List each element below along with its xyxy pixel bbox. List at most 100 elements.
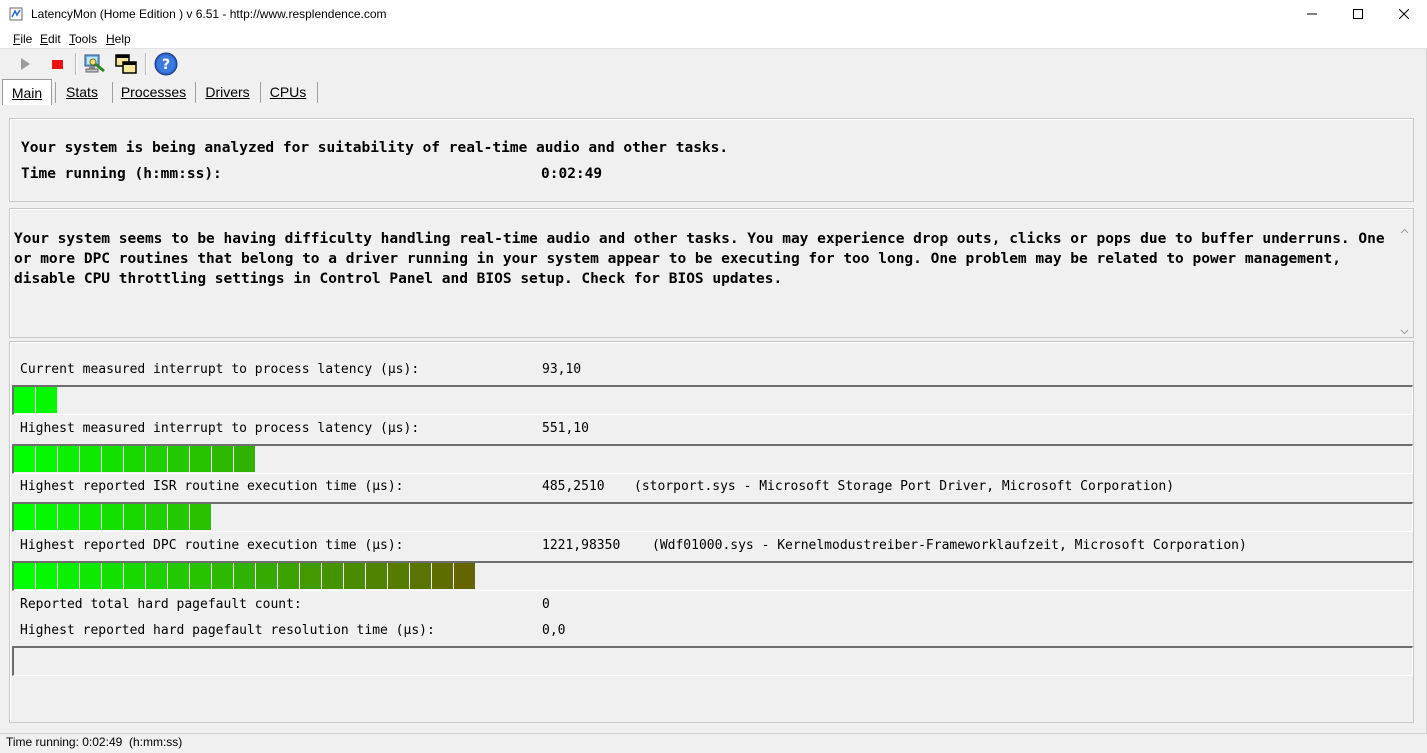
tab-stats[interactable]: Stats (58, 81, 106, 103)
bar-segment (190, 563, 211, 589)
bar-segment (190, 446, 211, 472)
bar-segment (102, 563, 123, 589)
bar-segment (36, 563, 57, 589)
menu-tools[interactable]: Tools (69, 32, 97, 46)
menu-bar: File Edit Tools Help (0, 30, 1427, 49)
analysis-heading: Your system is being analyzed for suitab… (21, 140, 729, 156)
tab-cpus[interactable]: CPUs (263, 81, 313, 103)
dpc-time-label: Highest reported DPC routine execution t… (20, 538, 404, 553)
time-running-label: Time running (h:mm:ss): (21, 166, 222, 182)
tab-main[interactable]: Main (2, 79, 52, 105)
bar-segment (454, 563, 475, 589)
bar-segment (234, 563, 255, 589)
bar-segment (124, 446, 145, 472)
bar-segment (14, 563, 35, 589)
pagefault-count-value: 0 (542, 597, 550, 612)
current-latency-label: Current measured interrupt to process la… (20, 362, 420, 377)
status-bar-text: Time running: 0:02:49 (h:mm:ss) (6, 735, 183, 749)
main-window-client: ? Main Stats Processes Drivers CPUs Your… (0, 49, 1427, 733)
menu-file[interactable]: File (13, 32, 32, 46)
windows-button[interactable] (113, 52, 139, 78)
current-latency-bar-fill (14, 387, 58, 413)
pagefault-time-label: Highest reported hard pagefault resoluti… (20, 623, 435, 638)
bar-segment (58, 446, 79, 472)
conclusion-scrollbar[interactable] (1396, 225, 1413, 337)
bar-segment (80, 504, 101, 530)
status-bar: Time running: 0:02:49 (h:mm:ss) (0, 733, 1427, 753)
menu-help[interactable]: Help (106, 32, 131, 46)
highest-latency-label: Highest measured interrupt to process la… (20, 421, 420, 436)
pagefault-count-label: Reported total hard pagefault count: (20, 597, 302, 612)
bar-segment (146, 504, 167, 530)
bar-segment (124, 563, 145, 589)
bar-segment (124, 504, 145, 530)
bar-segment (212, 446, 233, 472)
bar-segment (212, 563, 233, 589)
bar-segment (278, 563, 299, 589)
highest-latency-bar (12, 444, 1413, 474)
highest-latency-value: 551,10 (542, 421, 589, 436)
bar-segment (58, 563, 79, 589)
tab-drivers[interactable]: Drivers (198, 81, 257, 103)
minimize-icon (1307, 8, 1317, 22)
bar-segment (168, 563, 189, 589)
bar-segment (322, 563, 343, 589)
scroll-down-icon[interactable] (1400, 325, 1409, 335)
bar-segment (102, 504, 123, 530)
start-button[interactable] (12, 52, 38, 78)
isr-time-bar-fill (14, 504, 212, 530)
bar-segment (36, 387, 57, 413)
bar-segment (410, 563, 431, 589)
bar-segment (300, 563, 321, 589)
highest-latency-bar-fill (14, 446, 256, 472)
svg-text:?: ? (162, 57, 170, 73)
isr-time-bar (12, 502, 1413, 532)
tab-separator (112, 82, 113, 103)
conclusion-text: Your system seems to be having difficult… (14, 231, 1385, 287)
isr-driver: (storport.sys - Microsoft Storage Port D… (634, 479, 1175, 494)
tab-separator (195, 82, 196, 103)
play-icon (18, 57, 32, 74)
minimize-button[interactable] (1289, 0, 1335, 30)
bar-segment (146, 563, 167, 589)
toolbar-separator (75, 53, 76, 75)
help-icon: ? (154, 52, 178, 79)
stop-button[interactable] (44, 52, 70, 78)
title-bar: LatencyMon (Home Edition ) v 6.51 - http… (0, 0, 1427, 30)
bar-segment (146, 446, 167, 472)
bar-segment (168, 504, 189, 530)
bar-segment (256, 563, 277, 589)
tab-processes[interactable]: Processes (115, 81, 192, 103)
isr-time-value: 485,2510 (542, 479, 605, 494)
bar-segment (388, 563, 409, 589)
bar-segment (168, 446, 189, 472)
dpc-time-value: 1221,98350 (542, 538, 621, 553)
menu-edit[interactable]: Edit (40, 32, 61, 46)
analysis-status-panel: Your system is being analyzed for suitab… (9, 118, 1414, 202)
isr-time-label: Highest reported ISR routine execution t… (20, 479, 404, 494)
metrics-panel: Current measured interrupt to process la… (9, 341, 1414, 723)
help-button[interactable]: ? (153, 52, 179, 78)
bar-segment (36, 446, 57, 472)
bar-segment (234, 446, 255, 472)
toolbar: ? (0, 49, 1427, 79)
bar-segment (102, 446, 123, 472)
bar-segment (14, 504, 35, 530)
tab-separator (55, 82, 56, 103)
close-icon (1398, 8, 1410, 22)
scroll-up-icon[interactable] (1400, 225, 1409, 234)
tab-separator (317, 82, 318, 103)
system-info-button[interactable] (81, 52, 107, 78)
bar-segment (344, 563, 365, 589)
time-running-value: 0:02:49 (541, 166, 603, 182)
close-button[interactable] (1381, 0, 1427, 30)
tab-separator (260, 82, 261, 103)
bar-segment (36, 504, 57, 530)
bar-segment (432, 563, 453, 589)
bar-segment (80, 446, 101, 472)
maximize-button[interactable] (1335, 0, 1381, 30)
bar-segment (190, 504, 211, 530)
bar-segment (366, 563, 387, 589)
dpc-driver: (Wdf01000.sys - Kernelmodustreiber-Frame… (652, 538, 1247, 553)
windows-icon (114, 52, 138, 79)
